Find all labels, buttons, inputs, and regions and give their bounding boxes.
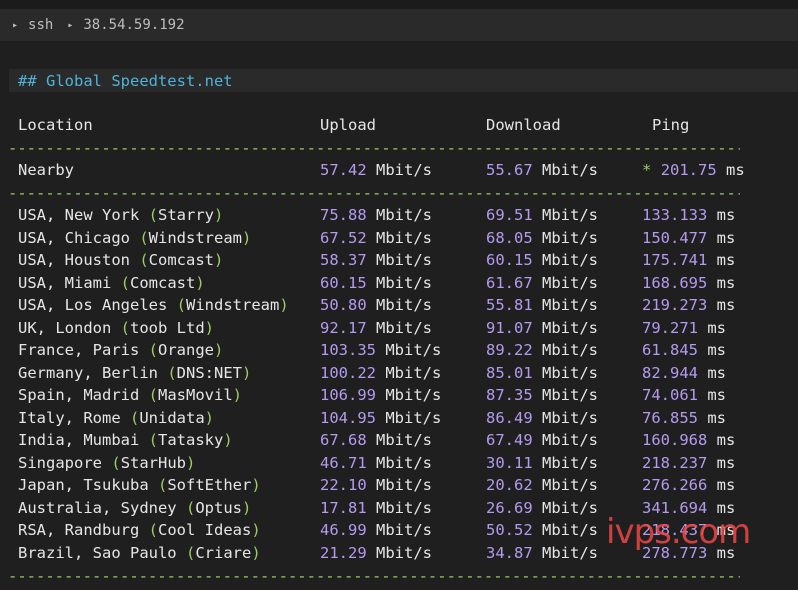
separator-line: ----------------------------------------… — [8, 139, 740, 157]
download-cell: 55.81 Mbit/s — [486, 296, 599, 314]
chevron-right-icon: ▸ — [67, 19, 74, 31]
download-cell: 61.67 Mbit/s — [486, 273, 599, 292]
upload-cell: 46.99 Mbit/s — [320, 521, 433, 539]
table-row: France, Paris (Orange) 103.35 Mbit/s 89.22… — [18, 339, 778, 361]
upload-cell: 22.10 Mbit/s — [320, 476, 433, 494]
breadcrumb-ssh[interactable]: ssh — [28, 17, 53, 33]
column-header-ping: Ping — [652, 116, 690, 134]
upload-cell: 46.71 Mbit/s — [320, 453, 433, 472]
watermark-logo: ivps.com — [606, 512, 751, 552]
chevron-right-icon: ▸ — [12, 19, 19, 31]
ping-cell: 79.271 ms — [642, 318, 727, 337]
column-header-download: Download — [486, 116, 561, 134]
table-row: UK, London (toob Ltd) 92.17 Mbit/s 91.07 M… — [18, 317, 778, 339]
ping-cell: 76.855 ms — [642, 408, 727, 427]
location-cell: UK, London (toob Ltd) — [18, 318, 215, 337]
download-cell: 69.51 Mbit/s — [486, 206, 599, 224]
column-header-upload: Upload — [320, 116, 376, 134]
section-heading: ## Global Speedtest.net — [9, 69, 798, 92]
location-cell: RSA, Randburg (Cool Ideas) — [18, 521, 261, 539]
separator-line: ----------------------------------------… — [8, 567, 740, 585]
location-cell: Singapore (StarHub) — [18, 453, 196, 472]
table-row: USA, Houston (Comcast) 58.37 Mbit/s 60.15 … — [18, 249, 778, 271]
download-cell: 26.69 Mbit/s — [486, 498, 599, 517]
location-cell: Australia, Sydney (Optus) — [18, 498, 252, 517]
table-row: Spain, Madrid (MasMovil) 106.99 Mbit/s 87.… — [18, 384, 778, 406]
location-cell: India, Mumbai (Tatasky) — [18, 431, 233, 449]
window-top-strip — [0, 0, 798, 9]
download-cell: 60.15 Mbit/s — [486, 251, 599, 269]
ping-cell: 218.237 ms — [642, 453, 736, 472]
location-cell: France, Paris (Orange) — [18, 341, 224, 359]
column-header-location: Location — [18, 116, 93, 134]
ping-cell: 160.968 ms — [642, 431, 736, 449]
ping-cell: 133.133 ms — [642, 206, 736, 224]
download-cell: 50.52 Mbit/s — [486, 521, 599, 539]
upload-cell: 21.29 Mbit/s — [320, 543, 433, 562]
upload-cell: 104.95 Mbit/s — [320, 408, 442, 427]
download-cell: 34.87 Mbit/s — [486, 543, 599, 562]
ping-cell: * 201.75 ms — [642, 161, 745, 179]
download-cell: 67.49 Mbit/s — [486, 431, 599, 449]
ping-cell: 82.944 ms — [642, 363, 727, 382]
download-cell: 55.67 Mbit/s — [486, 161, 599, 179]
section-title: ## Global Speedtest.net — [18, 71, 233, 90]
table-row: India, Mumbai (Tatasky) 67.68 Mbit/s 67.49… — [18, 429, 778, 451]
best-marker: * — [642, 161, 652, 179]
breadcrumb: ▸ ssh ▸ 38.54.59.192 — [0, 9, 798, 41]
table-row: Singapore (StarHub) 46.71 Mbit/s 30.11 Mbi… — [18, 452, 778, 474]
download-cell: 85.01 Mbit/s — [486, 363, 599, 382]
upload-cell: 92.17 Mbit/s — [320, 318, 433, 337]
ping-cell: 219.273 ms — [642, 296, 736, 314]
download-cell: 86.49 Mbit/s — [486, 408, 599, 427]
separator-line: ----------------------------------------… — [8, 184, 740, 202]
location-cell: Italy, Rome (Unidata) — [18, 408, 215, 427]
location-cell: USA, Los Angeles (Windstream) — [18, 296, 289, 314]
location-cell: USA, New York (Starry) — [18, 206, 224, 224]
ping-cell: 175.741 ms — [642, 251, 736, 269]
table-row: USA, Los Angeles (Windstream) 50.80 Mbit/… — [18, 294, 778, 316]
location-cell: Germany, Berlin (DNS:NET) — [18, 363, 252, 382]
table-row: USA, Miami (Comcast) 60.15 Mbit/s 61.67 Mb… — [18, 272, 778, 294]
ping-cell: 168.695 ms — [642, 273, 736, 292]
location-cell: Japan, Tsukuba (SoftEther) — [18, 476, 261, 494]
upload-cell: 75.88 Mbit/s — [320, 206, 433, 224]
upload-cell: 103.35 Mbit/s — [320, 341, 442, 359]
upload-cell: 67.68 Mbit/s — [320, 431, 433, 449]
location-cell: Nearby — [18, 161, 74, 179]
location-cell: Brazil, Sao Paulo (Criare) — [18, 543, 261, 562]
table-row: USA, Chicago (Windstream) 67.52 Mbit/s 68.… — [18, 227, 778, 249]
upload-cell: 67.52 Mbit/s — [320, 228, 433, 247]
download-cell: 89.22 Mbit/s — [486, 341, 599, 359]
upload-cell: 57.42 Mbit/s — [320, 161, 433, 179]
upload-cell: 58.37 Mbit/s — [320, 251, 433, 269]
download-cell: 91.07 Mbit/s — [486, 318, 599, 337]
download-cell: 87.35 Mbit/s — [486, 386, 599, 404]
download-cell: 30.11 Mbit/s — [486, 453, 599, 472]
location-cell: Spain, Madrid (MasMovil) — [18, 386, 243, 404]
location-cell: USA, Houston (Comcast) — [18, 251, 224, 269]
upload-cell: 106.99 Mbit/s — [320, 386, 442, 404]
table-row: Italy, Rome (Unidata) 104.95 Mbit/s 86.49 … — [18, 407, 778, 429]
location-cell: USA, Chicago (Windstream) — [18, 228, 252, 247]
table-row: Germany, Berlin (DNS:NET) 100.22 Mbit/s 85… — [18, 362, 778, 384]
breadcrumb-host[interactable]: 38.54.59.192 — [83, 17, 184, 33]
upload-cell: 60.15 Mbit/s — [320, 273, 433, 292]
table-row: Japan, Tsukuba (SoftEther) 22.10 Mbit/s 20… — [18, 474, 778, 496]
ping-cell: 74.061 ms — [642, 386, 727, 404]
location-cell: USA, Miami (Comcast) — [18, 273, 205, 292]
ping-cell: 61.845 ms — [642, 341, 727, 359]
table-row: USA, New York (Starry) 75.88 Mbit/s 69.51 … — [18, 204, 778, 226]
ping-cell: 276.266 ms — [642, 476, 736, 494]
upload-cell: 100.22 Mbit/s — [320, 363, 442, 382]
ping-cell: 150.477 ms — [642, 228, 736, 247]
download-cell: 20.62 Mbit/s — [486, 476, 599, 494]
download-cell: 68.05 Mbit/s — [486, 228, 599, 247]
upload-cell: 17.81 Mbit/s — [320, 498, 433, 517]
table-header: Location Upload Download Ping — [18, 114, 778, 136]
table-row-nearby: Nearby 57.42 Mbit/s 55.67 Mbit/s * 201.7… — [18, 159, 778, 181]
upload-cell: 50.80 Mbit/s — [320, 296, 433, 314]
